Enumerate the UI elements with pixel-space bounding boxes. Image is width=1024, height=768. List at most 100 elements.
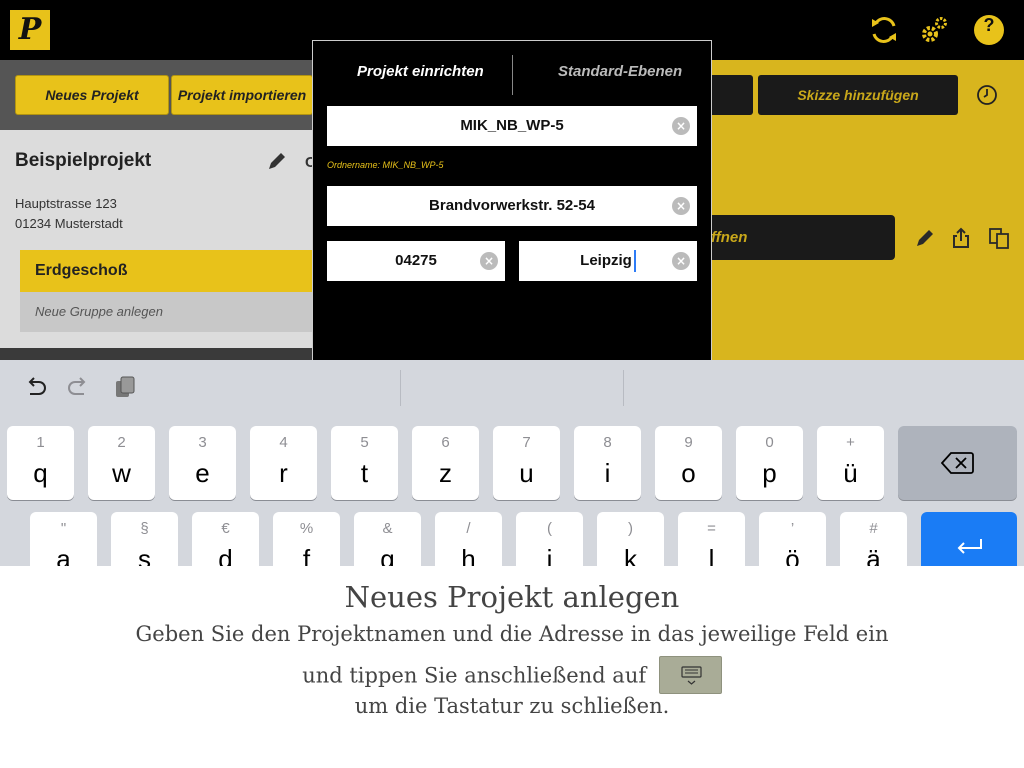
project-title: Beispielprojekt <box>15 150 152 171</box>
key-label: p <box>762 458 777 488</box>
key-p[interactable]: 0p <box>736 426 803 500</box>
key-label: j <box>546 544 553 566</box>
share-icon[interactable] <box>950 227 972 249</box>
redo-icon[interactable] <box>66 374 92 400</box>
instruction-title: Neues Projekt anlegen <box>344 580 680 614</box>
project-name-field[interactable]: MIK_NB_WP-5 × <box>327 106 697 146</box>
key-ue[interactable]: + ü <box>817 426 884 500</box>
key-a[interactable]: " a <box>30 512 97 566</box>
key-alt-label: § <box>140 520 149 537</box>
clear-icon[interactable]: × <box>480 252 498 270</box>
zip-value: 04275 <box>395 252 437 269</box>
key-label: w <box>112 458 131 488</box>
key-label: g <box>380 544 395 566</box>
key-label: a <box>56 544 71 566</box>
key-z[interactable]: 6z <box>412 426 479 500</box>
key-w[interactable]: 2w <box>88 426 155 500</box>
key-q[interactable]: 1q <box>7 426 74 500</box>
clipboard-icon[interactable] <box>112 374 138 400</box>
street-field[interactable]: Brandvorwerkstr. 52-54 × <box>327 186 697 226</box>
key-label: q <box>33 458 48 488</box>
key-alt-label: = <box>707 520 716 537</box>
key-label: r <box>279 458 288 488</box>
key-l[interactable]: = l <box>678 512 745 566</box>
clear-icon[interactable]: × <box>672 252 690 270</box>
tab-default-layers[interactable]: Standard-Ebenen <box>558 63 682 80</box>
key-o[interactable]: 9o <box>655 426 722 500</box>
key-i[interactable]: 8i <box>574 426 641 500</box>
key-u[interactable]: 7u <box>493 426 560 500</box>
key-h[interactable]: / h <box>435 512 502 566</box>
key-label: z <box>439 458 452 488</box>
key-label: s <box>138 544 151 566</box>
key-k[interactable]: ) k <box>597 512 664 566</box>
key-label: i <box>604 458 611 488</box>
new-group-button[interactable]: Neue Gruppe anlegen <box>20 292 313 332</box>
keyboard-dismiss-icon <box>658 656 722 694</box>
folder-name-label: Ordnername: MIK_NB_WP-5 <box>327 160 444 170</box>
clear-icon[interactable]: × <box>672 117 690 135</box>
key-label: f <box>302 544 311 566</box>
key-j[interactable]: (j <box>516 512 583 566</box>
key-label: e <box>195 458 210 488</box>
sync-icon[interactable] <box>868 14 900 46</box>
key-d[interactable]: € d <box>192 512 259 566</box>
edit-pencil-icon[interactable] <box>266 150 288 172</box>
backspace-key[interactable] <box>898 426 1017 500</box>
help-icon[interactable]: ? <box>974 15 1004 45</box>
city-field[interactable]: Leipzig × <box>519 241 697 281</box>
key-alt-label: ’ <box>790 520 795 537</box>
import-project-button[interactable]: Projekt importieren <box>171 75 313 115</box>
floor-item[interactable]: Erdgeschoß <box>20 250 313 292</box>
backspace-icon <box>941 452 974 474</box>
copy-pdf-icon[interactable] <box>988 227 1010 249</box>
toolbar-divider <box>623 370 624 406</box>
key-g[interactable]: & g <box>354 512 421 566</box>
key-alt-label: & <box>382 520 393 537</box>
key-f[interactable]: % f <box>273 512 340 566</box>
key-e[interactable]: 3e <box>169 426 236 500</box>
edit-pencil-icon[interactable] <box>914 227 936 249</box>
key-t[interactable]: 5t <box>331 426 398 500</box>
key-label: u <box>519 458 534 488</box>
text-cursor <box>633 250 636 273</box>
key-label: k <box>624 544 637 566</box>
key-alt-label: 8 <box>603 434 612 451</box>
gear-icon[interactable] <box>918 14 950 46</box>
open-button[interactable]: ffnen <box>711 215 895 260</box>
key-label: ö <box>785 544 800 566</box>
city-value: Leipzig <box>580 252 632 269</box>
key-alt-label: 2 <box>117 434 126 451</box>
key-alt-label: ) <box>628 520 633 537</box>
zip-field[interactable]: 04275 × <box>327 241 505 281</box>
key-oe[interactable]: ’ ö <box>759 512 826 566</box>
new-project-dialog: Projekt einrichten Standard-Ebenen MIK_N… <box>312 40 712 360</box>
key-alt-label: " <box>60 520 67 537</box>
key-alt-label: 7 <box>522 434 531 451</box>
return-key[interactable] <box>921 512 1017 566</box>
key-alt-label: 4 <box>279 434 288 451</box>
key-label: ä <box>866 544 881 566</box>
keyboard-toolbar <box>0 360 1024 416</box>
toolbar-button-partial[interactable] <box>711 75 753 115</box>
undo-icon[interactable] <box>22 374 48 400</box>
panel-footer <box>0 348 313 360</box>
tab-project-setup[interactable]: Projekt einrichten <box>357 63 484 80</box>
key-alt-label: 3 <box>198 434 207 451</box>
key-r[interactable]: 4r <box>250 426 317 500</box>
key-label: t <box>360 458 369 488</box>
key-ae[interactable]: # ä <box>840 512 907 566</box>
clear-icon[interactable]: × <box>672 197 690 215</box>
address-street: Hauptstrasse 123 <box>15 196 117 211</box>
new-project-button[interactable]: Neues Projekt <box>15 75 169 115</box>
tab-divider <box>512 55 513 95</box>
instruction-panel: Neues Projekt anlegen Geben Sie den Proj… <box>0 566 1024 768</box>
key-alt-label: € <box>221 520 230 537</box>
clock-icon[interactable] <box>976 84 998 106</box>
add-sketch-button[interactable]: Skizze hinzufügen <box>758 75 958 115</box>
key-s[interactable]: § s <box>111 512 178 566</box>
key-alt-label: + <box>846 434 855 451</box>
key-alt-label: # <box>869 520 878 537</box>
key-label: h <box>461 544 476 566</box>
key-alt-label: % <box>299 520 314 537</box>
